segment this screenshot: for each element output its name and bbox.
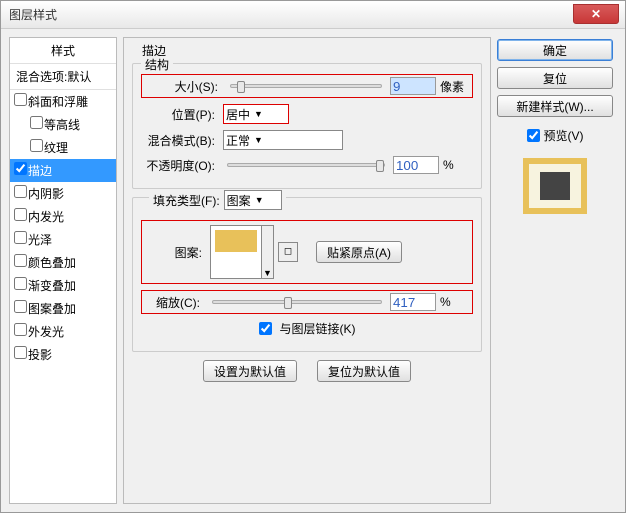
chevron-down-icon: ▼ [254, 135, 263, 145]
blend-options-item[interactable]: 混合选项:默认 [10, 64, 116, 90]
preview-label: 预览(V) [544, 127, 584, 144]
ok-button[interactable]: 确定 [497, 39, 613, 61]
style-satin[interactable]: 光泽 [10, 228, 116, 251]
snap-origin-button[interactable]: 贴紧原点(A) [316, 241, 402, 263]
blend-mode-row: 混合模式(B): 正常▼ [141, 130, 473, 150]
titlebar: 图层样式 ✕ [1, 1, 625, 29]
inner-shadow-checkbox[interactable] [14, 185, 27, 198]
scale-input[interactable] [390, 293, 436, 311]
styles-header: 样式 [10, 38, 116, 64]
fill-legend: 填充类型(F): 图案▼ [149, 190, 286, 210]
size-input[interactable] [390, 77, 436, 95]
opacity-input[interactable] [393, 156, 439, 174]
pattern-overlay-checkbox[interactable] [14, 300, 27, 313]
structure-legend: 结构 [141, 56, 173, 73]
panel-title: 描边 [142, 42, 482, 59]
size-slider[interactable] [230, 84, 382, 88]
set-default-button[interactable]: 设置为默认值 [203, 360, 297, 382]
style-stroke[interactable]: 描边 [10, 159, 116, 182]
styles-list: 样式 混合选项:默认 斜面和浮雕 等高线 纹理 描边 内阴影 内发光 光泽 颜色… [9, 37, 117, 504]
preview-thumbnail [523, 158, 587, 214]
reset-default-button[interactable]: 复位为默认值 [317, 360, 411, 382]
style-gradient-overlay[interactable]: 渐变叠加 [10, 274, 116, 297]
gradient-overlay-checkbox[interactable] [14, 277, 27, 290]
opacity-unit: % [443, 158, 473, 172]
size-unit: 像素 [440, 78, 470, 95]
inner-glow-checkbox[interactable] [14, 208, 27, 221]
stroke-checkbox[interactable] [14, 162, 27, 175]
scale-slider[interactable] [212, 300, 382, 304]
main-panel: 描边 结构 大小(S): 像素 位置(P): 居中▼ 混合模式(B): 正常▼ [123, 37, 491, 504]
size-label: 大小(S): [144, 78, 222, 95]
opacity-label: 不透明度(O): [141, 157, 219, 174]
structure-group: 结构 大小(S): 像素 位置(P): 居中▼ 混合模式(B): 正常▼ 不透明… [132, 63, 482, 189]
style-inner-glow[interactable]: 内发光 [10, 205, 116, 228]
contour-checkbox[interactable] [30, 116, 43, 129]
style-inner-shadow[interactable]: 内阴影 [10, 182, 116, 205]
fill-type-select[interactable]: 图案▼ [224, 190, 282, 210]
opacity-row: 不透明度(O): % [141, 156, 473, 174]
scale-row: 缩放(C): % [141, 290, 473, 314]
texture-checkbox[interactable] [30, 139, 43, 152]
opacity-slider[interactable] [227, 163, 385, 167]
style-drop-shadow[interactable]: 投影 [10, 343, 116, 366]
position-label: 位置(P): [141, 106, 219, 123]
chevron-down-icon: ▼ [255, 195, 264, 205]
chevron-down-icon: ▼ [261, 226, 273, 278]
style-bevel[interactable]: 斜面和浮雕 [10, 90, 116, 113]
right-panel: 确定 复位 新建样式(W)... 预览(V) [497, 37, 613, 504]
link-layer-checkbox[interactable] [259, 322, 272, 335]
link-layer-label: 与图层链接(K) [280, 320, 356, 337]
satin-checkbox[interactable] [14, 231, 27, 244]
new-preset-button[interactable]: ◻ [278, 242, 298, 262]
outer-glow-checkbox[interactable] [14, 323, 27, 336]
default-buttons-row: 设置为默认值 复位为默认值 [132, 360, 482, 382]
link-layer-row: 与图层链接(K) [141, 320, 473, 337]
drop-shadow-checkbox[interactable] [14, 346, 27, 359]
size-row: 大小(S): 像素 [141, 74, 473, 98]
window-title: 图层样式 [9, 6, 573, 23]
style-color-overlay[interactable]: 颜色叠加 [10, 251, 116, 274]
close-button[interactable]: ✕ [573, 4, 619, 24]
position-row: 位置(P): 居中▼ [141, 104, 473, 124]
preview-row: 预览(V) [497, 127, 613, 144]
layer-style-dialog: 图层样式 ✕ 样式 混合选项:默认 斜面和浮雕 等高线 纹理 描边 内阴影 内发… [0, 0, 626, 513]
style-contour[interactable]: 等高线 [10, 113, 116, 136]
fill-group: 填充类型(F): 图案▼ 图案: ▼ ◻ 贴紧原点(A) 缩放(C): [132, 197, 482, 352]
blend-mode-select[interactable]: 正常▼ [223, 130, 343, 150]
pattern-row: 图案: ▼ ◻ 贴紧原点(A) [141, 220, 473, 284]
blend-mode-label: 混合模式(B): [141, 132, 219, 149]
pattern-swatch[interactable]: ▼ [210, 225, 274, 279]
new-style-button[interactable]: 新建样式(W)... [497, 95, 613, 117]
style-texture[interactable]: 纹理 [10, 136, 116, 159]
bevel-checkbox[interactable] [14, 93, 27, 106]
pattern-label: 图案: [146, 244, 206, 261]
position-select[interactable]: 居中▼ [223, 104, 289, 124]
fill-type-label: 填充类型(F): [153, 192, 220, 209]
chevron-down-icon: ▼ [254, 109, 263, 119]
scale-label: 缩放(C): [144, 294, 204, 311]
reset-button[interactable]: 复位 [497, 67, 613, 89]
color-overlay-checkbox[interactable] [14, 254, 27, 267]
style-pattern-overlay[interactable]: 图案叠加 [10, 297, 116, 320]
preview-checkbox[interactable] [527, 129, 540, 142]
style-outer-glow[interactable]: 外发光 [10, 320, 116, 343]
scale-unit: % [440, 295, 470, 309]
